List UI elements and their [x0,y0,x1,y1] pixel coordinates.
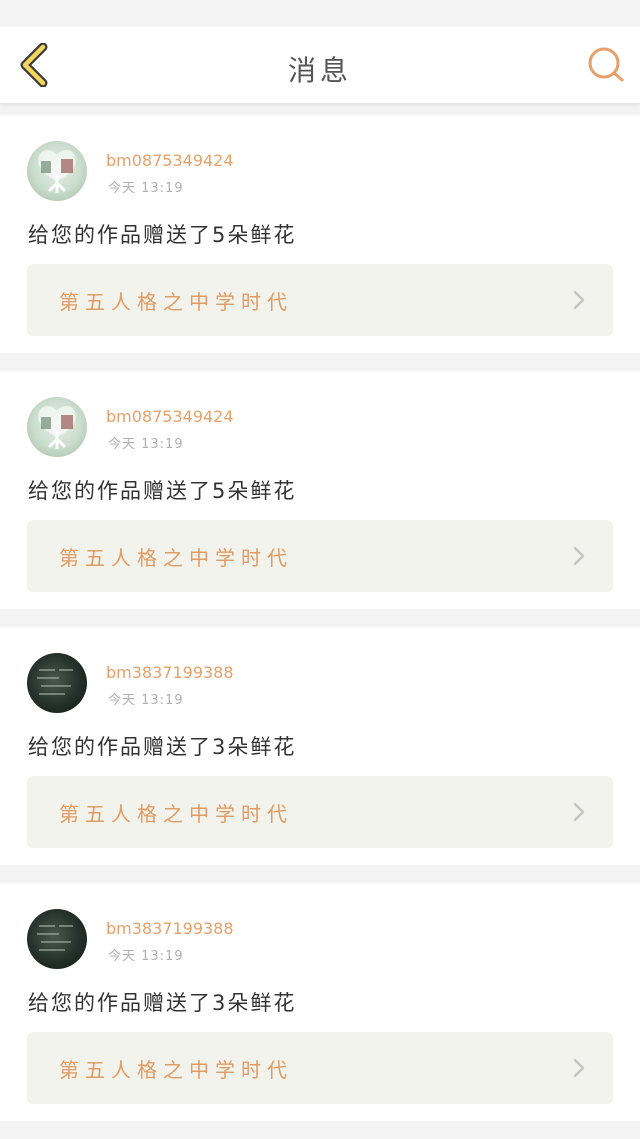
work-link-button[interactable]: 第五人格之中学时代 [27,264,613,336]
chevron-right-icon [573,546,585,566]
chevron-right-icon [573,1058,585,1078]
message-text: 给您的作品赠送了5朵鲜花 [28,223,297,247]
message-timestamp: 今天 13:19 [108,693,184,708]
message-card: bm0875349424 今天 13:19 给您的作品赠送了5朵鲜花 第五人格之… [0,115,640,353]
message-text: 给您的作品赠送了5朵鲜花 [28,479,297,503]
work-title: 第五人格之中学时代 [59,802,293,826]
top-navigation-bar: 消息 [0,27,640,104]
message-card: bm0875349424 今天 13:19 给您的作品赠送了5朵鲜花 第五人格之… [0,371,640,609]
message-list: bm0875349424 今天 13:19 给您的作品赠送了5朵鲜花 第五人格之… [0,115,640,1139]
username-link[interactable]: bm3837199388 [106,663,234,682]
page-title: 消息 [287,54,352,87]
message-text: 给您的作品赠送了3朵鲜花 [28,991,297,1015]
avatar[interactable] [27,909,87,969]
work-link-button[interactable]: 第五人格之中学时代 [27,1032,613,1104]
work-link-button[interactable]: 第五人格之中学时代 [27,520,613,592]
work-title: 第五人格之中学时代 [59,546,293,570]
username-link[interactable]: bm0875349424 [106,407,234,426]
work-link-button[interactable]: 第五人格之中学时代 [27,776,613,848]
avatar[interactable] [27,653,87,713]
work-title: 第五人格之中学时代 [59,290,293,314]
avatar[interactable] [27,141,87,201]
chevron-right-icon [573,802,585,822]
message-card: bm3837199388 今天 13:19 给您的作品赠送了3朵鲜花 第五人格之… [0,627,640,865]
work-title: 第五人格之中学时代 [59,1058,293,1082]
message-timestamp: 今天 13:19 [108,437,184,452]
username-link[interactable]: bm0875349424 [106,151,234,170]
avatar-image [37,669,73,695]
avatar-image [38,406,76,449]
avatar-image [38,150,76,193]
message-card: bm3837199388 今天 13:19 给您的作品赠送了3朵鲜花 第五人格之… [0,883,640,1121]
avatar[interactable] [27,397,87,457]
status-bar-area [0,0,640,27]
message-timestamp: 今天 13:19 [108,949,184,964]
avatar-image [37,925,73,951]
username-link[interactable]: bm3837199388 [106,919,234,938]
search-button[interactable] [584,43,628,87]
message-timestamp: 今天 13:19 [108,181,184,196]
chevron-right-icon [573,290,585,310]
search-icon [588,47,624,82]
message-text: 给您的作品赠送了3朵鲜花 [28,735,297,759]
